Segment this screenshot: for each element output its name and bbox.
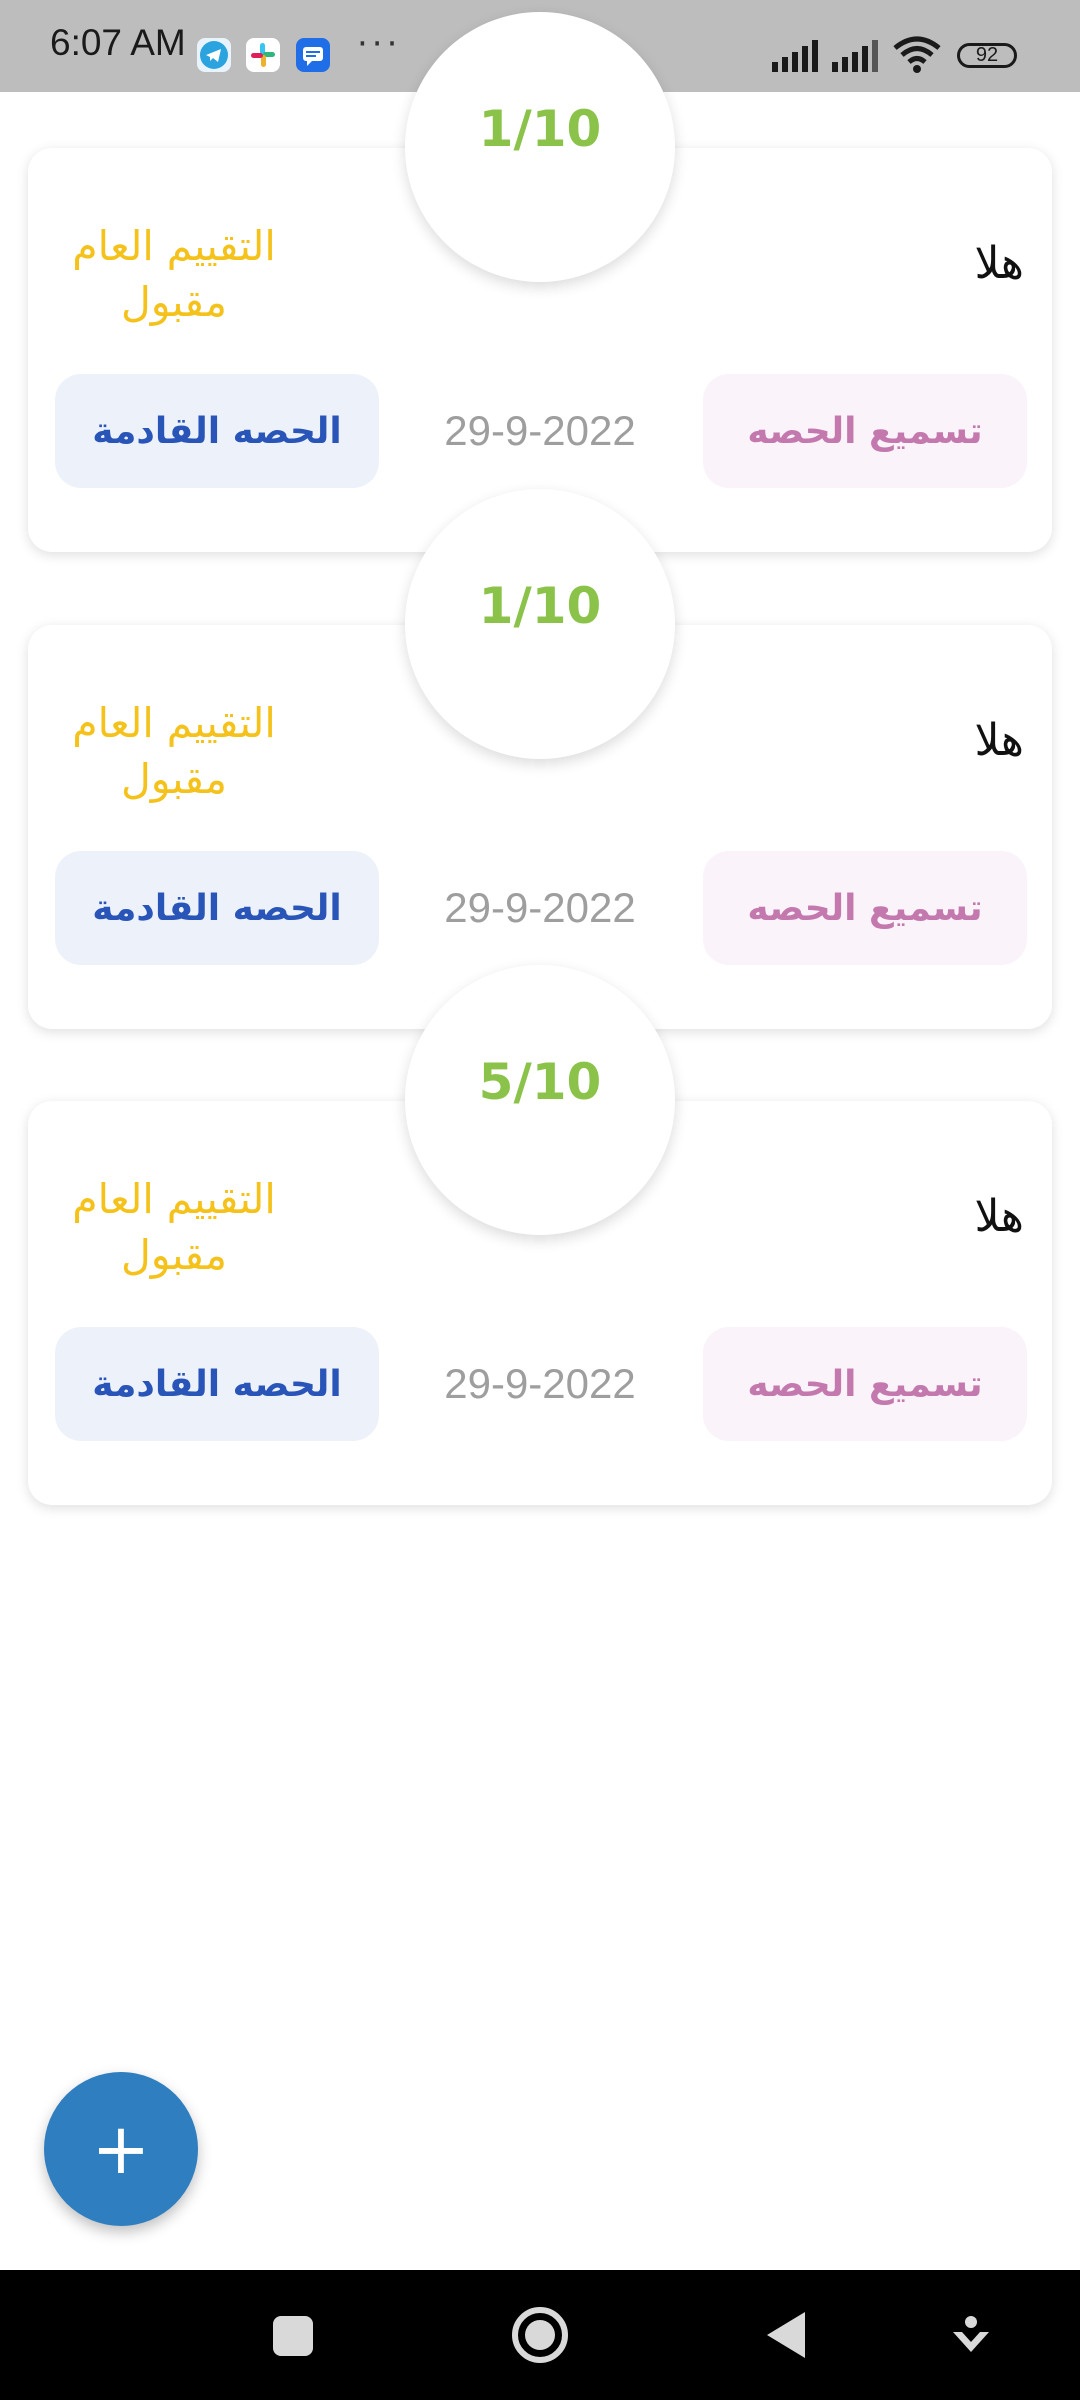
status-time: 6:07 AM <box>50 22 186 63</box>
score-badge: 1/10 <box>405 489 675 759</box>
student-name: هلا <box>974 1191 1024 1242</box>
wifi-icon <box>893 36 941 78</box>
evaluation-label: التقييم العام <box>72 1175 276 1223</box>
overall-evaluation: التقييم العام مقبول <box>54 695 294 807</box>
recents-icon[interactable] <box>271 2314 315 2362</box>
messages-icon <box>296 38 330 72</box>
next-lesson-button[interactable]: الحصه القادمة <box>55 374 379 488</box>
next-lesson-button[interactable]: الحصه القادمة <box>55 1327 379 1441</box>
home-icon[interactable] <box>510 2305 570 2369</box>
lesson-date: 29-9-2022 <box>444 884 636 931</box>
student-name: هلا <box>974 715 1024 766</box>
next-lesson-button[interactable]: الحصه القادمة <box>55 851 379 965</box>
evaluation-value: مقبول <box>120 1231 228 1279</box>
battery-indicator: 92 <box>957 43 1017 68</box>
score-value: 1/10 <box>478 577 602 635</box>
back-icon[interactable] <box>763 2309 809 2365</box>
evaluation-value: مقبول <box>120 755 228 803</box>
more-notifications-icon: ··· <box>357 24 402 64</box>
telegram-icon <box>197 38 231 72</box>
overall-evaluation: التقييم العام مقبول <box>54 218 294 330</box>
navigation-bar <box>0 2270 1080 2400</box>
score-value: 1/10 <box>478 100 602 158</box>
slack-icon <box>246 38 280 72</box>
signal-icon-2 <box>832 38 884 76</box>
student-name: هلا <box>974 238 1024 289</box>
score-value: 5/10 <box>478 1053 602 1111</box>
score-badge: 5/10 <box>405 965 675 1235</box>
evaluation-value: مقبول <box>120 278 228 326</box>
score-badge: 1/10 <box>405 12 675 282</box>
lesson-date: 29-9-2022 <box>444 1360 636 1407</box>
accessibility-icon[interactable] <box>950 2314 992 2362</box>
recite-lesson-button[interactable]: تسميع الحصه <box>703 374 1027 488</box>
add-button[interactable]: + <box>44 2072 198 2226</box>
signal-icon <box>772 38 824 76</box>
overall-evaluation: التقييم العام مقبول <box>54 1171 294 1283</box>
recite-lesson-button[interactable]: تسميع الحصه <box>703 1327 1027 1441</box>
recite-lesson-button[interactable]: تسميع الحصه <box>703 851 1027 965</box>
evaluation-label: التقييم العام <box>72 222 276 270</box>
lesson-date: 29-9-2022 <box>444 407 636 454</box>
evaluation-label: التقييم العام <box>72 699 276 747</box>
